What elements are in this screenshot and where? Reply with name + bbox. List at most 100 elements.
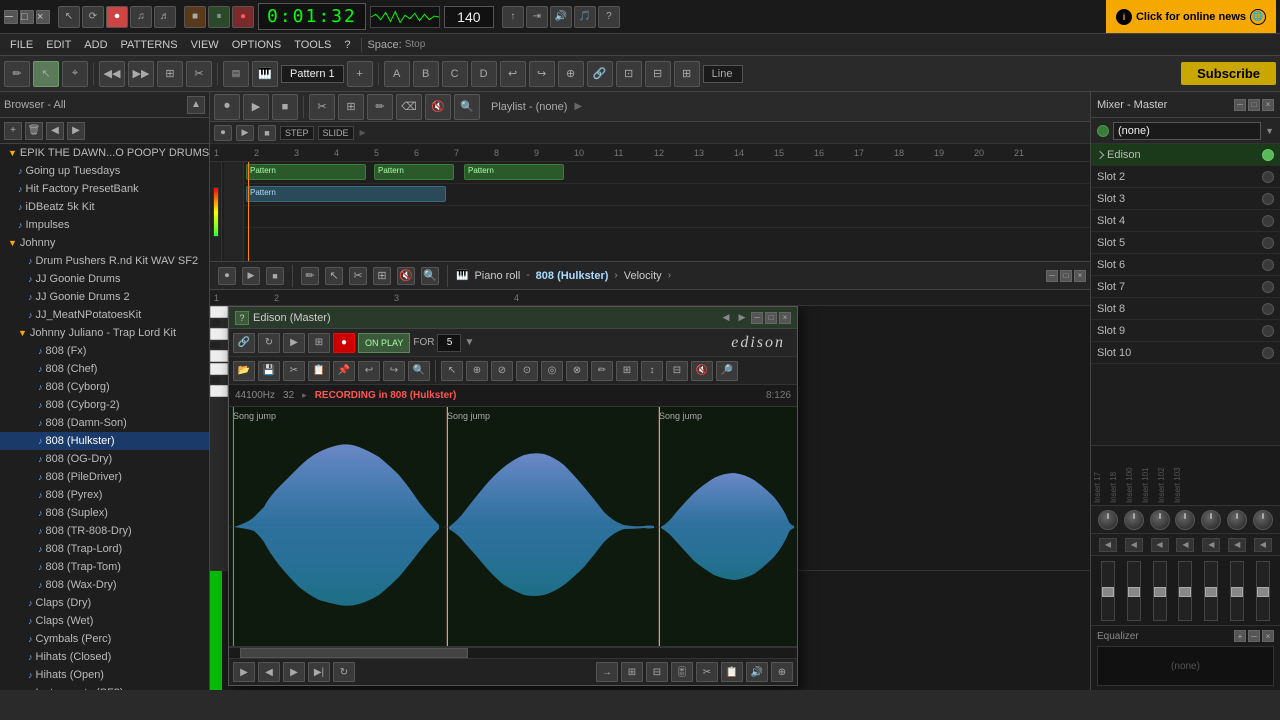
tree-item-hit-factory[interactable]: ♪ Hit Factory PresetBank bbox=[0, 180, 209, 198]
pattern-label[interactable]: Pattern 1 bbox=[281, 65, 344, 83]
slot-dot[interactable] bbox=[1262, 171, 1274, 183]
minimize-button[interactable]: ─ bbox=[4, 10, 18, 24]
tree-item-johnny[interactable]: ▼ Johnny bbox=[0, 234, 209, 252]
tb-record-song[interactable]: ⏺ bbox=[214, 94, 240, 120]
tree-item-jj-meat[interactable]: ♪ JJ_MeatNPotatoesKit bbox=[0, 306, 209, 324]
tb-btn-i[interactable]: ⊡ bbox=[616, 61, 642, 87]
tempo-display[interactable]: 140 bbox=[444, 6, 494, 28]
menu-edit[interactable]: EDIT bbox=[40, 37, 77, 53]
tb-stop-song[interactable]: ■ bbox=[272, 94, 298, 120]
tree-item-instruments[interactable]: ♪ Instruments (SF2) bbox=[0, 684, 209, 690]
pattern-block-2[interactable]: Pattern bbox=[246, 186, 446, 202]
mixer-knob-1[interactable] bbox=[1098, 510, 1118, 530]
tree-item-808-og-dry[interactable]: ♪ 808 (OG-Dry) bbox=[0, 450, 209, 468]
tool-icon-3[interactable]: 🔊 bbox=[550, 6, 572, 28]
edison-scrollbar[interactable] bbox=[229, 647, 797, 659]
tree-item-808-cyborg[interactable]: ♪ 808 (Cyborg) bbox=[0, 378, 209, 396]
tree-item-idbeatz[interactable]: ♪ iDBeatz 5k Kit bbox=[0, 198, 209, 216]
tree-item-808-fx[interactable]: ♪ 808 (Fx) bbox=[0, 342, 209, 360]
fader-slot[interactable] bbox=[1204, 561, 1218, 621]
send-btn-2[interactable]: ◀ bbox=[1125, 538, 1143, 552]
e-bottom-loop[interactable]: ↻ bbox=[333, 662, 355, 682]
e-bottom-btn2[interactable]: ⊞ bbox=[621, 662, 643, 682]
menu-add[interactable]: ADD bbox=[78, 37, 113, 53]
tree-item-808-trap-tom[interactable]: ♪ 808 (Trap-Tom) bbox=[0, 558, 209, 576]
tree-item-hihats-closed[interactable]: ♪ Hihats (Closed) bbox=[0, 648, 209, 666]
slot-dot[interactable] bbox=[1262, 325, 1274, 337]
tool-icon-4[interactable]: 🎵 bbox=[574, 6, 596, 28]
tree-item-808-piledriver[interactable]: ♪ 808 (PileDriver) bbox=[0, 468, 209, 486]
e-link-btn[interactable]: 🔗 bbox=[233, 333, 255, 353]
song-stop-btn[interactable]: ■ bbox=[258, 125, 276, 141]
record-button-top[interactable]: ● bbox=[232, 6, 254, 28]
transport-icon-1[interactable]: ↖ bbox=[58, 6, 80, 28]
fader-handle[interactable] bbox=[1102, 587, 1114, 597]
e-tool-8[interactable]: ⊞ bbox=[616, 361, 638, 381]
tree-item-going-up[interactable]: ♪ Going up Tuesdays bbox=[0, 162, 209, 180]
mixer-knob-2[interactable] bbox=[1124, 510, 1144, 530]
menu-tools[interactable]: TOOLS bbox=[288, 37, 337, 53]
e-grid-btn[interactable]: ⊞ bbox=[308, 333, 330, 353]
for-number[interactable]: 5 bbox=[437, 334, 461, 352]
tb-erase[interactable]: ⌫ bbox=[396, 94, 422, 120]
slot-dot[interactable] bbox=[1262, 215, 1274, 227]
slot-row-3[interactable]: Slot 3 bbox=[1091, 188, 1280, 210]
tree-item-808-suplex[interactable]: ♪ 808 (Suplex) bbox=[0, 504, 209, 522]
tree-item-808-pyrex[interactable]: ♪ 808 (Pyrex) bbox=[0, 486, 209, 504]
tree-item-808-tr808[interactable]: ♪ 808 (TR-808-Dry) bbox=[0, 522, 209, 540]
tb-btn-f[interactable]: ↪ bbox=[529, 61, 555, 87]
menu-options[interactable]: OPTIONS bbox=[226, 37, 288, 53]
tree-item-808-wax-dry[interactable]: ♪ 808 (Wax-Dry) bbox=[0, 576, 209, 594]
tb-prev-pattern[interactable]: ◀◀ bbox=[99, 61, 125, 87]
mixer-close[interactable]: × bbox=[1262, 99, 1274, 111]
slot-dot[interactable] bbox=[1262, 281, 1274, 293]
fader-handle[interactable] bbox=[1154, 587, 1166, 597]
mixer-knob-4[interactable] bbox=[1175, 510, 1195, 530]
maximize-button[interactable]: □ bbox=[20, 10, 34, 24]
menu-view[interactable]: VIEW bbox=[185, 37, 225, 53]
tree-item-impulses[interactable]: ♪ Impulses bbox=[0, 216, 209, 234]
e-tool-6[interactable]: ⊗ bbox=[566, 361, 588, 381]
fader-slot[interactable] bbox=[1230, 561, 1244, 621]
tb-select[interactable]: ⊞ bbox=[338, 94, 364, 120]
fader-handle[interactable] bbox=[1231, 587, 1243, 597]
tree-item-drum-pushers[interactable]: ♪ Drum Pushers R.nd Kit WAV SF2 bbox=[0, 252, 209, 270]
tb-zoom-tool[interactable]: ⌖ bbox=[62, 61, 88, 87]
pr-tool-4[interactable]: ⊞ bbox=[373, 267, 391, 285]
news-banner[interactable]: i Click for online news 🌐 bbox=[1106, 0, 1276, 33]
transport-icon-5[interactable]: ♬ bbox=[154, 6, 176, 28]
e-bottom-send[interactable]: → bbox=[596, 662, 618, 682]
slot-row-5[interactable]: Slot 5 bbox=[1091, 232, 1280, 254]
tb-snip[interactable]: ✂ bbox=[309, 94, 335, 120]
eq-btn-1[interactable]: + bbox=[1234, 630, 1246, 642]
pattern-block[interactable]: Pattern bbox=[246, 164, 366, 180]
e-tool-1[interactable]: ↖ bbox=[441, 361, 463, 381]
tree-item-epik[interactable]: ▼ EPIK THE DAWN...O POOPY DRUMS) bbox=[0, 144, 209, 162]
song-tracks[interactable]: Pattern Pattern Pattern Pattern bbox=[210, 162, 1090, 261]
e-tool-12[interactable]: 🔎 bbox=[716, 361, 738, 381]
pr-tool-2[interactable]: ↖ bbox=[325, 267, 343, 285]
pr-minimize[interactable]: ─ bbox=[1046, 270, 1058, 282]
tb-piano-roll[interactable]: 🎹 bbox=[252, 61, 278, 87]
menu-file[interactable]: FILE bbox=[4, 37, 39, 53]
e-bottom-prev[interactable]: ◀ bbox=[258, 662, 280, 682]
fader-slot[interactable] bbox=[1101, 561, 1115, 621]
eq-btn-2[interactable]: ─ bbox=[1248, 630, 1260, 642]
edison-help-icon[interactable]: ? bbox=[235, 311, 249, 325]
e-bottom-play[interactable]: ▶ bbox=[233, 662, 255, 682]
e-bottom-next[interactable]: ▶ bbox=[283, 662, 305, 682]
song-play-btn[interactable]: ▶ bbox=[236, 125, 254, 141]
tool-icon-1[interactable]: ↑ bbox=[502, 6, 524, 28]
tb-btn-k[interactable]: ⊞ bbox=[674, 61, 700, 87]
slot-row-edison[interactable]: Edison bbox=[1091, 144, 1280, 166]
slot-dot[interactable] bbox=[1262, 347, 1274, 359]
eq-btn-3[interactable]: × bbox=[1262, 630, 1274, 642]
tb-btn-d[interactable]: D bbox=[471, 61, 497, 87]
e-tool-9[interactable]: ↕ bbox=[641, 361, 663, 381]
fader-handle[interactable] bbox=[1205, 587, 1217, 597]
e-bottom-end[interactable]: ▶| bbox=[308, 662, 330, 682]
tb-btn-c[interactable]: C bbox=[442, 61, 468, 87]
tb-btn-e[interactable]: ↩ bbox=[500, 61, 526, 87]
fader-handle[interactable] bbox=[1179, 587, 1191, 597]
slot-row-2[interactable]: Slot 2 bbox=[1091, 166, 1280, 188]
